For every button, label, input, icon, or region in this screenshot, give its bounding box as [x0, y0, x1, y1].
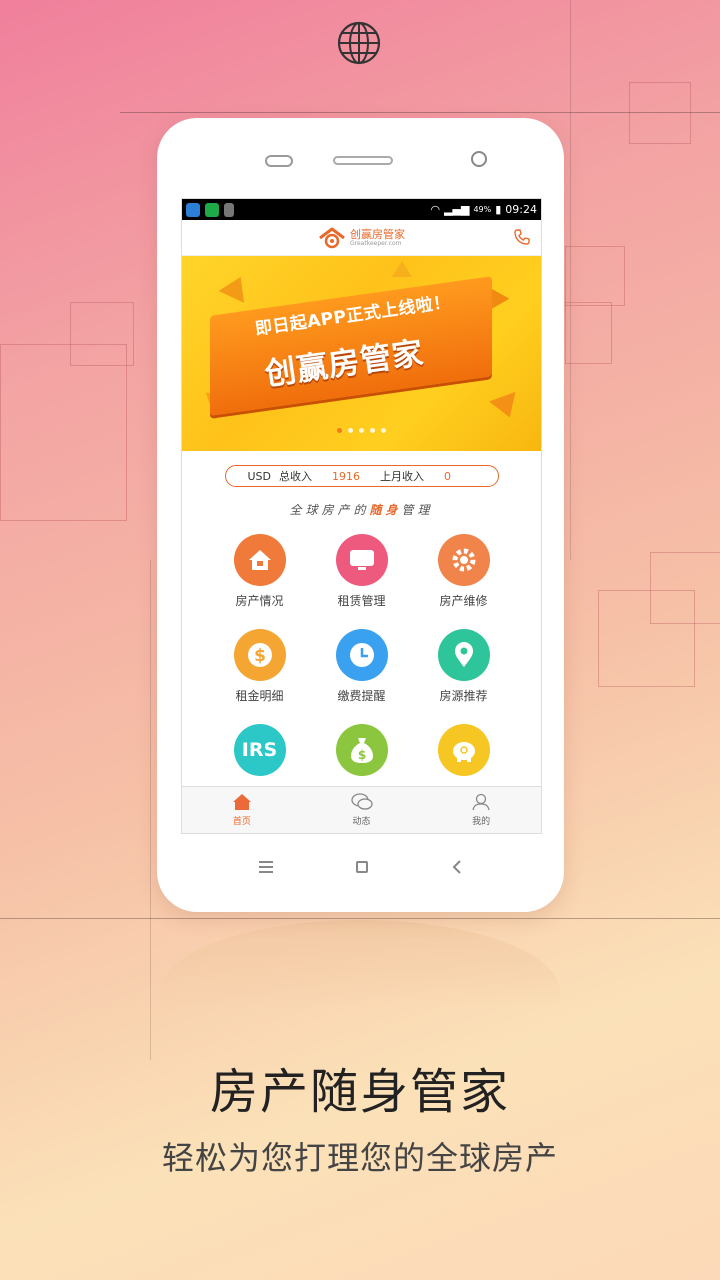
svg-text:$: $ [254, 646, 266, 666]
last-month-income-value: 0 [444, 469, 452, 483]
banner-decoration [489, 391, 523, 423]
feature-piggy-bank[interactable] [413, 724, 515, 776]
home-square-icon[interactable] [355, 860, 369, 874]
phone-reflection [160, 920, 560, 1010]
feature-grid: 房产情况 租赁管理 房产维修 $ 租金明细 缴费提醒 房源推荐 IRS $ [182, 534, 541, 776]
tab-activity[interactable]: 动态 [302, 787, 422, 833]
tab-mine[interactable]: 我的 [421, 787, 541, 833]
menu-icon[interactable] [258, 860, 274, 874]
feature-label: 租赁管理 [337, 594, 386, 608]
carousel-dot[interactable] [359, 428, 364, 433]
deco-box [629, 82, 691, 144]
banner-decoration [392, 261, 412, 277]
app-notification-icon [205, 202, 219, 217]
feature-listing-recommendation[interactable]: 房源推荐 [413, 629, 515, 704]
dollar-icon: $ [233, 629, 286, 681]
feature-label: 缴费提醒 [337, 689, 386, 703]
app-subtitle: Greatkeeper.com [350, 239, 402, 247]
irs-icon: IRS [233, 724, 286, 776]
tab-label: 首页 [232, 817, 251, 827]
total-income-value: 1916 [332, 469, 361, 483]
tv-icon [335, 534, 388, 586]
feature-lease-management[interactable]: 租赁管理 [311, 534, 413, 609]
android-icon [224, 202, 234, 217]
svg-text:$: $ [357, 748, 365, 762]
logo-house-icon [319, 227, 345, 248]
camera [471, 151, 487, 167]
wifi-icon: ◠ [430, 203, 441, 216]
carousel-dot[interactable] [381, 428, 386, 433]
tab-label: 动态 [352, 817, 371, 827]
carousel-indicator [182, 428, 541, 433]
bottom-tab-bar: 首页 动态 我的 [182, 786, 541, 833]
feature-property-repair[interactable]: 房产维修 [413, 534, 515, 609]
clock: 09:24 [505, 203, 537, 216]
user-icon [472, 793, 490, 811]
sensor [265, 155, 293, 167]
signal-icon: ▂▄▆ [444, 203, 470, 216]
feature-rent-details[interactable]: $ 租金明细 [209, 629, 311, 704]
house-icon [233, 534, 286, 586]
back-icon[interactable] [451, 860, 463, 874]
chat-icon [350, 793, 373, 810]
hardware-nav-keys [157, 860, 564, 874]
speaker [333, 156, 393, 165]
globe-icon [337, 21, 381, 65]
app-notification-icon [186, 202, 200, 217]
slogan-text: 管理 [401, 503, 434, 517]
promo-banner[interactable]: 即日起APP正式上线啦！ 创赢房管家 [182, 256, 541, 451]
tab-home[interactable]: 首页 [182, 787, 302, 833]
banner-decoration [218, 271, 254, 303]
slogan: 全球房产的随身管理 [182, 501, 541, 518]
carousel-dot[interactable] [370, 428, 375, 433]
income-summary: USD 总收入 1916 上月收入 0 [224, 465, 499, 487]
app-header: 创赢房管家 Greatkeeper.com [182, 220, 541, 256]
feature-label: 房产情况 [235, 594, 284, 608]
page-headline: 房产随身管家 [209, 1064, 510, 1120]
feature-irs[interactable]: IRS [209, 724, 311, 776]
phone-frame: ◠ ▂▄▆ 49% ▮ 09:24 创赢房管家 Greatkeeper.com [157, 118, 564, 912]
slogan-text: 全球房产的 [289, 503, 370, 517]
battery-level: 49% [473, 205, 492, 214]
feature-payment-reminder[interactable]: 缴费提醒 [311, 629, 413, 704]
phone-screen: ◠ ▂▄▆ 49% ▮ 09:24 创赢房管家 Greatkeeper.com [181, 198, 542, 834]
status-bar: ◠ ▂▄▆ 49% ▮ 09:24 [182, 199, 541, 220]
clock-icon [335, 629, 388, 681]
carousel-dot[interactable] [337, 428, 342, 433]
phone-call-icon[interactable] [513, 228, 531, 246]
carousel-dot[interactable] [348, 428, 353, 433]
deco-box [565, 246, 625, 306]
home-icon [232, 794, 251, 810]
last-month-income-label: 上月收入 [380, 470, 425, 483]
piggy-bank-icon [437, 724, 490, 776]
deco-line [0, 918, 720, 919]
battery-icon: ▮ [495, 203, 502, 216]
page-subheadline: 轻松为您打理您的全球房产 [161, 1139, 558, 1177]
app-name: 创赢房管家 [350, 227, 405, 241]
currency-label: USD [247, 469, 272, 483]
total-income-label: 总收入 [279, 470, 313, 483]
feature-label: 租金明细 [235, 689, 284, 703]
deco-box [565, 302, 612, 364]
deco-box [0, 344, 127, 521]
feature-label: 房源推荐 [439, 689, 488, 703]
location-pin-icon [437, 629, 490, 681]
feature-label: 房产维修 [439, 594, 488, 608]
deco-line [150, 560, 151, 1060]
feature-money-bag[interactable]: $ [311, 724, 413, 776]
feature-property-status[interactable]: 房产情况 [209, 534, 311, 609]
deco-box [650, 552, 720, 624]
slogan-highlight: 随身 [369, 503, 402, 517]
tab-label: 我的 [472, 817, 491, 827]
gear-icon [437, 534, 490, 586]
money-bag-icon: $ [335, 724, 388, 776]
app-logo: 创赢房管家 Greatkeeper.com [318, 227, 405, 249]
